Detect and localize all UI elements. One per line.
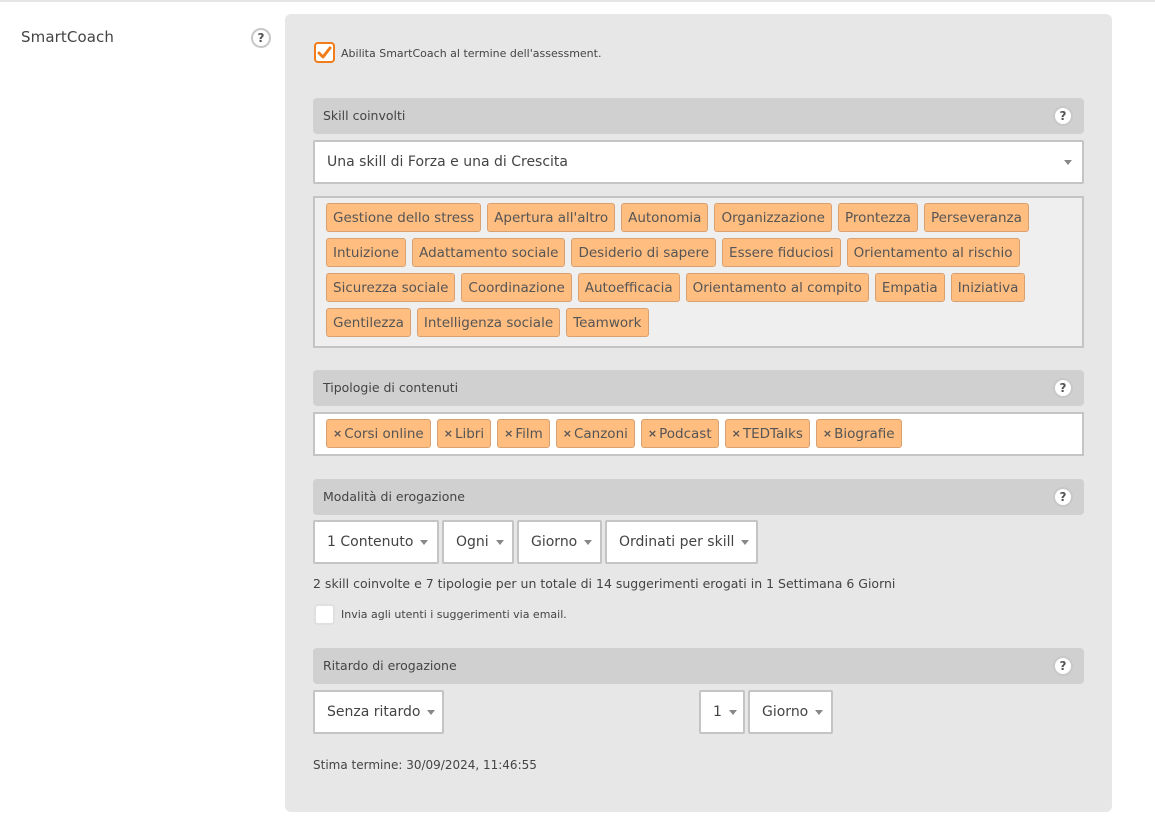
remove-tag-icon[interactable]: × [504, 427, 513, 440]
skills-tag-box[interactable]: Gestione dello stress Apertura all'altro A… [313, 196, 1084, 348]
remove-tag-icon[interactable]: × [823, 427, 832, 440]
content-type-tag[interactable]: × Film [497, 419, 550, 448]
content-type-tag[interactable]: × TEDTalks [724, 419, 810, 448]
skill-tag[interactable]: Orientamento al rischio [846, 238, 1020, 267]
estimated-end: Stima termine: 30/09/2024, 11:46:55 [313, 758, 537, 772]
field-label: SmartCoach [21, 28, 114, 46]
section-header-content-types: Tipologie di contenuti ? [313, 370, 1084, 406]
skill-tag[interactable]: Iniziativa [950, 273, 1026, 302]
content-type-tag[interactable]: × Libri [436, 419, 492, 448]
caret-down-icon [584, 539, 593, 545]
select-value: Ogni [456, 534, 489, 550]
select-value: Giorno [531, 534, 578, 550]
caret-down-icon [1064, 160, 1072, 165]
question-circle-icon[interactable]: ? [1053, 487, 1073, 507]
smartcoach-panel: Abilita SmartCoach al termine dell'asses… [285, 14, 1112, 812]
caret-down-icon [495, 539, 504, 545]
select-value: 1 Contenuto [327, 534, 414, 550]
order-select[interactable]: Ordinati per skill [605, 520, 758, 564]
checkmark-icon [317, 46, 332, 59]
select-value: Senza ritardo [327, 704, 421, 720]
content-type-tag[interactable]: × Biografie [815, 419, 902, 448]
section-title: Ritardo di erogazione [323, 658, 457, 673]
skill-tag[interactable]: Autoefficacia [577, 273, 680, 302]
question-circle-icon[interactable]: ? [1053, 656, 1073, 676]
skill-tag[interactable]: Intuizione [326, 238, 407, 267]
email-checkbox-label: Invia agli utenti i suggerimenti via ema… [341, 608, 567, 621]
skill-tag[interactable]: Desiderio di sapere [571, 238, 717, 267]
skill-tag[interactable]: Intelligenza sociale [416, 308, 561, 337]
frequency-select[interactable]: Ogni [442, 520, 514, 564]
caret-down-icon [420, 539, 429, 545]
question-circle-icon[interactable]: ? [251, 28, 271, 48]
select-value: Ordinati per skill [619, 534, 735, 550]
remove-tag-icon[interactable]: × [444, 427, 453, 440]
caret-down-icon [728, 709, 737, 715]
skill-tag[interactable]: Prontezza [837, 203, 918, 232]
section-header-skills: Skill coinvolti ? [313, 98, 1084, 134]
question-circle-icon[interactable]: ? [1053, 106, 1073, 126]
question-circle-icon[interactable]: ? [1053, 378, 1073, 398]
email-checkbox[interactable] [314, 604, 335, 625]
skill-tag[interactable]: Sicurezza sociale [326, 273, 456, 302]
section-title: Tipologie di contenuti [323, 380, 459, 395]
period-select[interactable]: Giorno [517, 520, 602, 564]
tag-label: Film [515, 425, 543, 442]
skill-tag[interactable]: Coordinazione [461, 273, 572, 302]
skill-tag[interactable]: Essere fiduciosi [722, 238, 841, 267]
tag-label: Canzoni [573, 425, 628, 442]
content-types-tag-box[interactable]: × Corsi online × Libri × Film × Canzoni × Podcast… [313, 412, 1084, 456]
caret-down-icon [427, 709, 436, 715]
skill-tag[interactable]: Apertura all'altro [487, 203, 616, 232]
remove-tag-icon[interactable]: × [648, 427, 657, 440]
tag-label: Biografie [834, 425, 895, 442]
skill-tag[interactable]: Gestione dello stress [326, 203, 482, 232]
remove-tag-icon[interactable]: × [333, 427, 342, 440]
section-title: Skill coinvolti [323, 108, 406, 123]
section-header-delivery: Modalità di erogazione ? [313, 479, 1084, 515]
select-value: 1 [713, 704, 722, 720]
tag-label: TEDTalks [742, 425, 803, 442]
content-type-tag[interactable]: × Corsi online [326, 419, 431, 448]
skill-tag[interactable]: Perseveranza [923, 203, 1029, 232]
quantity-select[interactable]: 1 Contenuto [313, 520, 439, 564]
enable-smartcoach-checkbox[interactable] [314, 42, 335, 63]
content-type-tag[interactable]: × Canzoni [555, 419, 635, 448]
delivery-summary: 2 skill coinvolte e 7 tipologie per un t… [313, 576, 896, 591]
select-value: Una skill di Forza e una di Crescita [327, 154, 569, 170]
select-value: Giorno [762, 704, 809, 720]
section-header-delay: Ritardo di erogazione ? [313, 648, 1084, 684]
delay-mode-select[interactable]: Senza ritardo [313, 690, 444, 734]
skill-tag[interactable]: Adattamento sociale [412, 238, 566, 267]
enable-smartcoach-label: Abilita SmartCoach al termine dell'asses… [341, 47, 602, 60]
skill-tag[interactable]: Empatia [874, 273, 945, 302]
content-type-tag[interactable]: × Podcast [640, 419, 719, 448]
section-title: Modalità di erogazione [323, 489, 465, 504]
skills-mode-select[interactable]: Una skill di Forza e una di Crescita [313, 140, 1084, 184]
skill-tag[interactable]: Teamwork [566, 308, 649, 337]
tag-label: Podcast [659, 425, 712, 442]
remove-tag-icon[interactable]: × [563, 427, 572, 440]
top-divider [0, 0, 1155, 2]
skill-tag[interactable]: Organizzazione [714, 203, 832, 232]
delay-unit-select[interactable]: Giorno [748, 690, 833, 734]
skill-tag[interactable]: Gentilezza [326, 308, 411, 337]
tag-label: Libri [454, 425, 485, 442]
skill-tag[interactable]: Autonomia [621, 203, 709, 232]
caret-down-icon [815, 709, 824, 715]
skill-tag[interactable]: Orientamento al compito [685, 273, 869, 302]
delay-amount-select[interactable]: 1 [699, 690, 745, 734]
caret-down-icon [741, 539, 750, 545]
tag-label: Corsi online [344, 425, 424, 442]
remove-tag-icon[interactable]: × [732, 427, 741, 440]
